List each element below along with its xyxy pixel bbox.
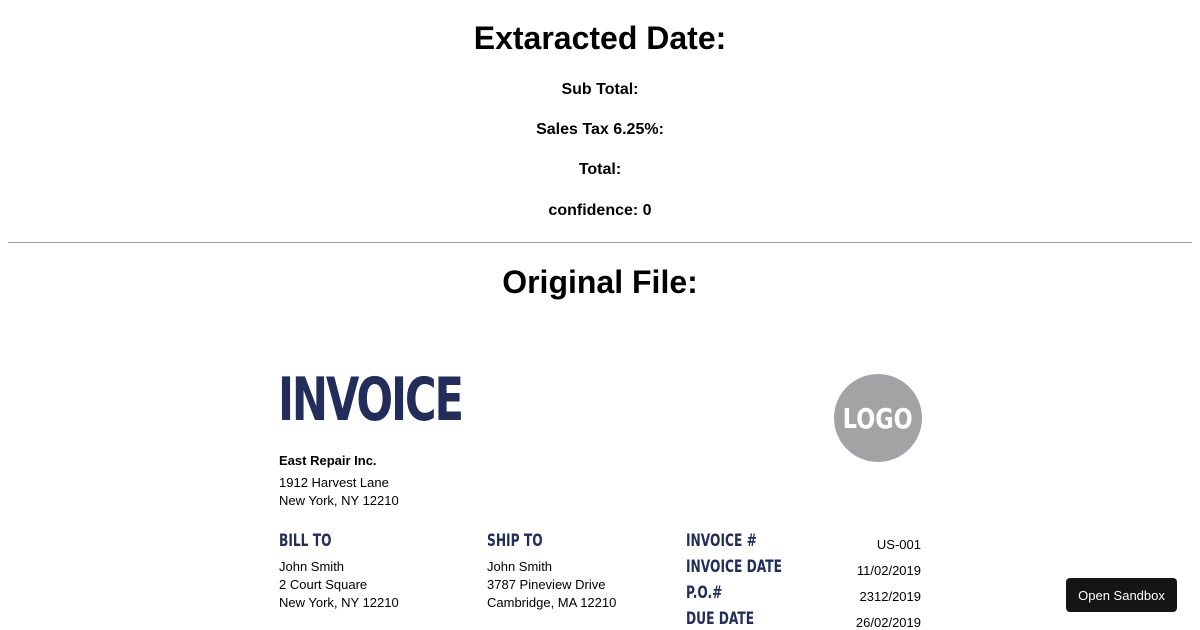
- invoice-date-value: 11/02/2019: [856, 563, 921, 578]
- po-number-label: P.O.#: [686, 583, 723, 603]
- logo-text: LOGO: [843, 401, 913, 435]
- bill-to-name: John Smith: [279, 559, 345, 574]
- invoice-number-value: US-001: [876, 537, 921, 552]
- due-date-value: 26/02/2019: [855, 615, 921, 630]
- open-sandbox-button[interactable]: Open Sandbox: [1066, 578, 1177, 612]
- logo-placeholder: LOGO: [834, 374, 922, 462]
- ship-to-name: John Smith: [487, 559, 553, 574]
- invoice-date-label: INVOICE DATE: [686, 557, 783, 577]
- bill-to-address: John Smith 2 Court Square New York, NY 1…: [279, 558, 399, 612]
- original-file-heading: Original File:: [502, 264, 698, 300]
- bill-to-street: 2 Court Square: [279, 577, 368, 592]
- ship-to-address: John Smith 3787 Pineview Drive Cambridge…: [487, 558, 616, 612]
- company-street: 1912 Harvest Lane: [279, 475, 389, 490]
- ship-to-street: 3787 Pineview Drive: [487, 577, 606, 592]
- page: Extaracted Date: Sub Total: Sales Tax 6.…: [0, 0, 1200, 630]
- sub-total-label: Sub Total:: [561, 81, 639, 98]
- section-divider: [8, 242, 1192, 243]
- po-number-value: 2312/2019: [859, 589, 921, 604]
- ship-to-heading: SHIP TO: [487, 531, 543, 551]
- company-block: East Repair Inc. 1912 Harvest Lane New Y…: [279, 452, 399, 510]
- company-name: East Repair Inc.: [279, 453, 377, 468]
- due-date-label: DUE DATE: [686, 609, 755, 629]
- sales-tax-label: Sales Tax 6.25%:: [536, 121, 664, 138]
- total-label: Total:: [578, 161, 622, 178]
- bill-to-city: New York, NY 12210: [279, 595, 399, 610]
- company-city: New York, NY 12210: [279, 493, 399, 508]
- invoice-title: INVOICE: [278, 365, 464, 435]
- confidence-label: confidence: 0: [548, 202, 652, 219]
- bill-to-heading: BILL TO: [279, 531, 332, 551]
- ship-to-city: Cambridge, MA 12210: [487, 595, 617, 610]
- extracted-data-heading: Extaracted Date:: [473, 20, 727, 56]
- invoice-number-label: INVOICE #: [686, 531, 757, 551]
